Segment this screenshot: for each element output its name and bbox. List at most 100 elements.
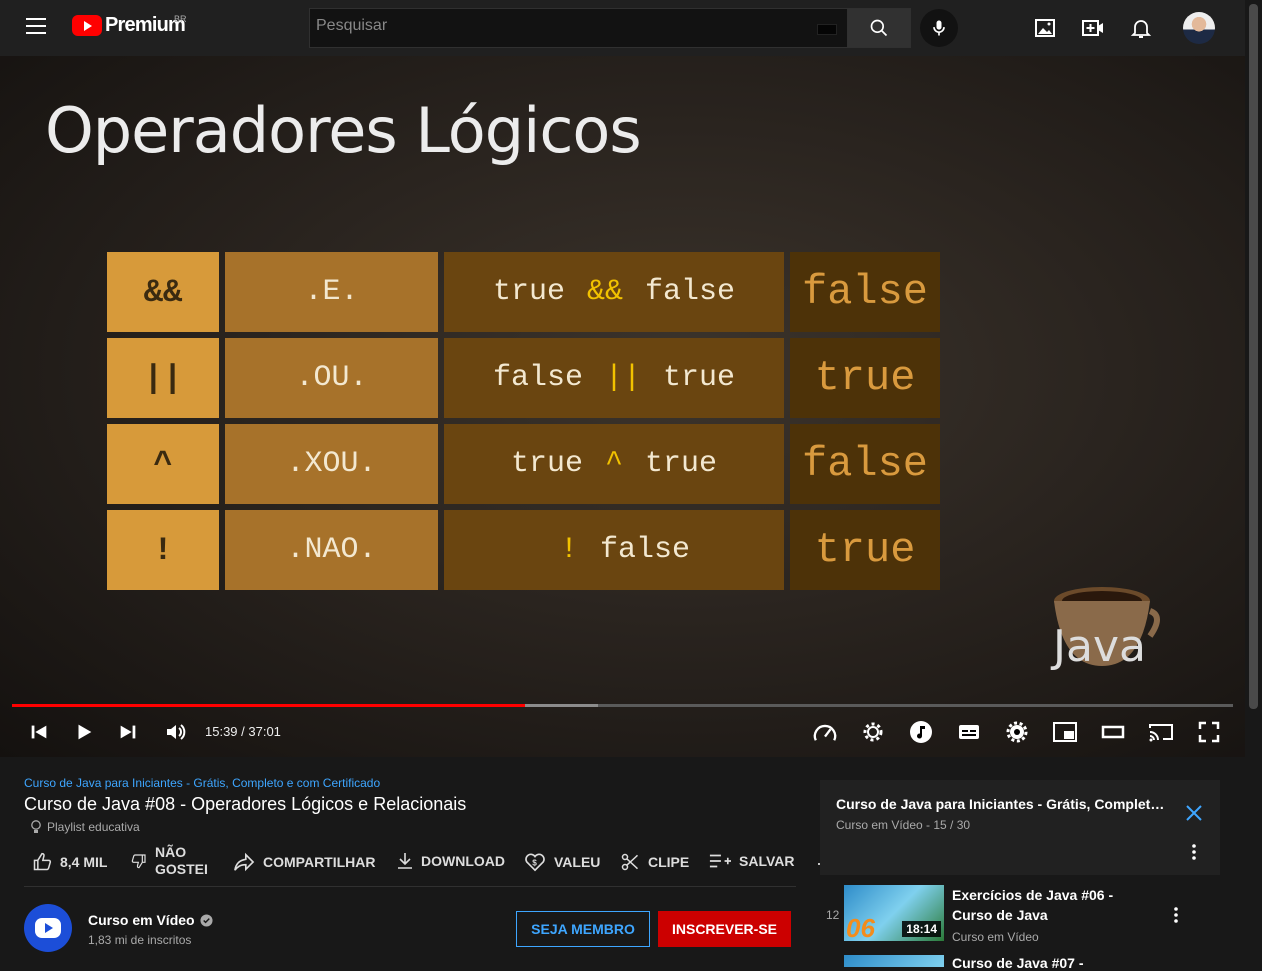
like-count: 8,4 MIL xyxy=(60,854,108,870)
subtitles-icon[interactable] xyxy=(957,720,981,744)
search-icon xyxy=(870,19,888,37)
table-word-cell: .XOU. xyxy=(225,424,438,504)
duration-badge: 18:14 xyxy=(902,921,941,937)
speed-icon[interactable] xyxy=(811,720,839,744)
divider xyxy=(24,886,796,887)
table-expr-cell: true && false xyxy=(444,252,784,332)
keyboard-icon[interactable] xyxy=(817,24,837,35)
subscriber-count: 1,83 mi de inscritos xyxy=(88,933,192,947)
search-box xyxy=(309,8,848,48)
cast-icon[interactable] xyxy=(1147,720,1175,744)
playlist-link[interactable]: Curso de Java para Iniciantes - Grátis, … xyxy=(24,776,380,790)
playlist-item-index: 12 xyxy=(826,908,840,922)
create-video-icon[interactable] xyxy=(1081,16,1105,40)
share-label: COMPARTILHAR xyxy=(263,854,376,870)
table-op-cell: ! xyxy=(107,510,219,590)
dislike-label: NÃO GOSTEI xyxy=(155,844,208,877)
join-button[interactable]: SEJA MEMBRO xyxy=(516,911,650,947)
scrollbar-thumb[interactable] xyxy=(1249,4,1258,709)
clip-button[interactable]: CLIPE xyxy=(620,852,689,872)
played-bar xyxy=(12,704,525,707)
ambient-gear-icon[interactable] xyxy=(861,720,885,744)
music-note-icon[interactable] xyxy=(908,720,934,744)
thumbs-down-icon xyxy=(131,854,146,869)
playlist-panel-title[interactable]: Curso de Java para Iniciantes - Grátis, … xyxy=(836,796,1166,812)
channel-name[interactable]: Curso em Vídeo xyxy=(88,912,213,928)
bell-icon[interactable] xyxy=(1129,16,1153,40)
download-icon xyxy=(398,853,412,869)
slide-title: Operadores Lógicos xyxy=(45,94,642,167)
playlist-item-title[interactable]: Exercícios de Java #06 - Curso de Java xyxy=(952,885,1152,925)
table-word-cell: .E. xyxy=(225,252,438,332)
close-icon[interactable] xyxy=(1184,803,1204,823)
thanks-label: VALEU xyxy=(554,854,601,870)
heart-dollar-icon: $ xyxy=(525,853,545,872)
table-expr-cell: ! false xyxy=(444,510,784,590)
playlist-add-icon xyxy=(709,854,731,868)
youtube-play-logo-icon xyxy=(72,15,102,36)
page-scrollbar[interactable] xyxy=(1245,0,1262,967)
next-icon[interactable] xyxy=(117,720,139,744)
clip-label: CLIPE xyxy=(648,854,690,870)
previous-icon[interactable] xyxy=(28,720,50,744)
table-op-cell: && xyxy=(107,252,219,332)
table-result-cell: false xyxy=(790,252,940,332)
volume-icon[interactable] xyxy=(164,720,188,744)
playlist-item-thumbnail[interactable]: 06 18:14 xyxy=(844,885,944,941)
masthead: Premium BR xyxy=(0,0,1245,56)
time-display: 15:39 / 37:01 xyxy=(205,724,281,739)
like-button[interactable]: 8,4 MIL xyxy=(32,852,107,872)
table-expr-cell: false || true xyxy=(444,338,784,418)
fullscreen-icon[interactable] xyxy=(1197,720,1221,744)
table-op-cell: || xyxy=(107,338,219,418)
voice-search-button[interactable] xyxy=(920,9,958,47)
progress-bar[interactable] xyxy=(12,704,1233,707)
dislike-button[interactable]: NÃO GOSTEI xyxy=(131,844,208,878)
thanks-button[interactable]: $ VALEU xyxy=(524,852,600,872)
microphone-icon xyxy=(933,20,945,36)
thumbs-up-icon xyxy=(33,852,52,871)
download-button[interactable]: DOWNLOAD xyxy=(397,852,505,870)
playlist-tag-label: Playlist educativa xyxy=(47,820,140,834)
play-logo-icon xyxy=(35,918,61,938)
share-button[interactable]: COMPARTILHAR xyxy=(233,852,376,872)
table-result-cell: true xyxy=(790,338,940,418)
search-button[interactable] xyxy=(847,8,911,48)
lightbulb-icon xyxy=(31,820,41,833)
avatar[interactable] xyxy=(1183,12,1215,44)
playlist-tag[interactable]: Playlist educativa xyxy=(30,820,140,834)
search-input[interactable] xyxy=(310,9,790,43)
item-menu-icon[interactable] xyxy=(1170,906,1182,924)
save-label: SALVAR xyxy=(739,853,795,869)
logo-text: Premium xyxy=(105,14,186,36)
table-result-cell: true xyxy=(790,510,940,590)
channel-name-label: Curso em Vídeo xyxy=(88,912,195,928)
table-result-cell: false xyxy=(790,424,940,504)
scissors-icon xyxy=(621,853,639,871)
playlist-item-thumbnail[interactable] xyxy=(844,955,944,967)
share-arrow-icon xyxy=(234,852,255,872)
country-code: BR xyxy=(174,14,187,24)
channel-avatar[interactable] xyxy=(24,904,72,952)
menu-icon[interactable] xyxy=(26,18,46,36)
table-op-cell: ^ xyxy=(107,424,219,504)
video-player[interactable]: Operadores Lógicos && .E. true && false fa… xyxy=(0,56,1245,757)
settings-gear-icon[interactable] xyxy=(1005,720,1029,744)
save-button[interactable]: SALVAR xyxy=(709,852,794,870)
youtube-logo[interactable]: Premium BR xyxy=(72,14,187,37)
thumbnail-number: 06 xyxy=(846,913,875,941)
verified-icon xyxy=(200,913,213,927)
playlist-item-title[interactable]: Curso de Java #07 - xyxy=(952,955,1084,971)
playlist-menu-icon[interactable] xyxy=(1186,843,1202,861)
svg-text:$: $ xyxy=(532,859,537,868)
image-icon[interactable] xyxy=(1033,16,1057,40)
theater-mode-icon[interactable] xyxy=(1101,720,1125,744)
subscribe-button[interactable]: INSCREVER-SE xyxy=(658,911,791,947)
video-title: Curso de Java #08 - Operadores Lógicos e… xyxy=(24,794,467,814)
playlist-item-channel: Curso em Vídeo xyxy=(952,930,1039,944)
table-word-cell: .OU. xyxy=(225,338,438,418)
play-icon[interactable] xyxy=(73,720,95,744)
playlist-panel-subtitle: Curso em Vídeo - 15 / 30 xyxy=(836,818,971,832)
table-expr-cell: true ^ true xyxy=(444,424,784,504)
miniplayer-icon[interactable] xyxy=(1052,720,1078,744)
